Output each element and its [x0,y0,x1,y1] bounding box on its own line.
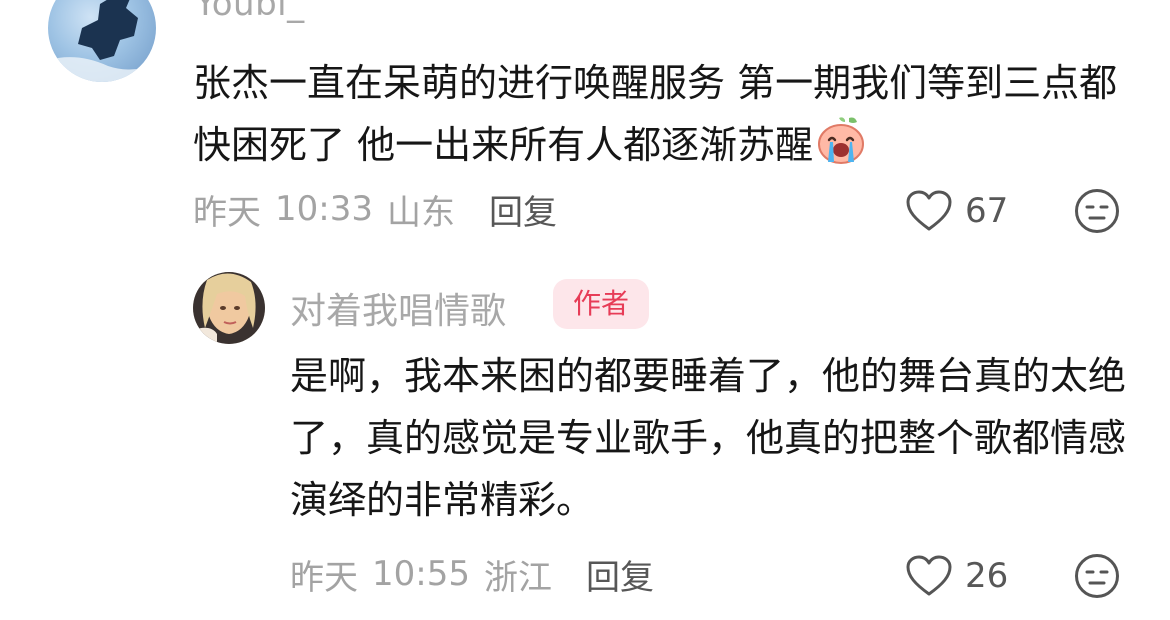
reply-reply-button[interactable]: 回复 [586,550,654,599]
reply-username[interactable]: 对着我唱情歌 [290,282,506,334]
comment-location: 山东 [386,192,455,233]
comment-text: 张杰一直在呆萌的进行唤醒服务 第一期我们等到三点都快困死了 他一出来所有人都逐渐… [193,52,1133,184]
reply-date: 昨天 [290,557,358,598]
reply-like-button[interactable]: 26 [905,551,1008,601]
like-button[interactable]: 67 [905,186,1008,236]
comment-thread: Youbi_ 张杰一直在呆萌的进行唤醒服务 第一期我们等到三点都快困死了 他一出… [0,0,1170,620]
comment-body: 张杰一直在呆萌的进行唤醒服务 第一期我们等到三点都快困死了 他一出来所有人都逐渐… [193,61,1118,167]
like-count: 67 [965,191,1009,231]
unamused-face-icon [1075,554,1119,598]
comment-date: 昨天 [193,192,261,233]
comment-meta: 昨天 10:33 山东 回复 [193,184,557,234]
reply-text: 是啊，我本来困的都要睡着了，他的舞台真的太绝了，真的感觉是专业歌手，他真的把整个… [290,354,1127,522]
reply-avatar[interactable] [193,272,265,344]
comment-username[interactable]: Youbi_ [195,0,305,24]
reply-time: 10:55 [372,554,470,594]
comment-time: 10:33 [275,189,373,229]
reply-dislike-button[interactable] [1074,553,1120,599]
crying-face-emoji-icon [815,114,867,184]
heart-outline-icon [906,190,952,231]
reply-location: 浙江 [483,557,552,598]
author-badge: 作者 [553,279,649,329]
unamused-face-icon [1075,189,1119,233]
reply-like-count: 26 [965,556,1009,596]
reply-button[interactable]: 回复 [489,185,557,234]
heart-outline-icon [906,555,952,596]
dislike-button[interactable] [1074,188,1120,234]
avatar[interactable] [48,0,156,82]
reply-meta: 昨天 10:55 浙江 回复 [290,549,654,599]
